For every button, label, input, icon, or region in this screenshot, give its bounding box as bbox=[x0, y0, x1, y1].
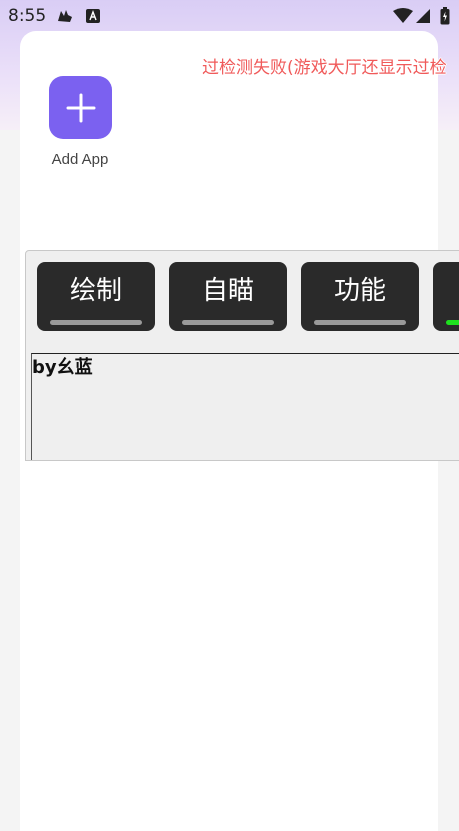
wifi-icon bbox=[393, 8, 413, 23]
tab-fourth[interactable] bbox=[433, 262, 459, 331]
signal-icon bbox=[416, 9, 430, 23]
tab-indicator bbox=[182, 320, 274, 325]
cheat-menu-panel: 绘制 自瞄 功能 by幺蓝 bbox=[25, 250, 459, 461]
status-banner: 过检测失败(游戏大厅还显示过检 bbox=[202, 58, 447, 78]
a-box-icon bbox=[86, 9, 100, 23]
tab-indicator-active bbox=[446, 320, 459, 325]
tab-draw-label: 绘制 bbox=[69, 276, 122, 306]
tab-indicator bbox=[50, 320, 142, 325]
status-bar: 8:55 bbox=[0, 0, 459, 32]
battery-icon bbox=[440, 7, 450, 25]
menu-content: by幺蓝 bbox=[31, 353, 459, 460]
add-app-button[interactable] bbox=[49, 76, 112, 139]
status-time: 8:55 bbox=[8, 6, 47, 26]
plus-icon bbox=[66, 93, 95, 122]
tab-function-label: 功能 bbox=[333, 276, 386, 306]
author-credit: by幺蓝 bbox=[32, 357, 93, 378]
tab-indicator bbox=[314, 320, 406, 325]
tab-draw[interactable]: 绘制 bbox=[37, 262, 155, 331]
tab-function[interactable]: 功能 bbox=[301, 262, 419, 331]
bird-icon bbox=[58, 10, 72, 22]
add-app-label: Add App bbox=[51, 151, 109, 168]
tab-aim[interactable]: 自瞄 bbox=[169, 262, 287, 331]
tab-aim-label: 自瞄 bbox=[201, 276, 254, 306]
